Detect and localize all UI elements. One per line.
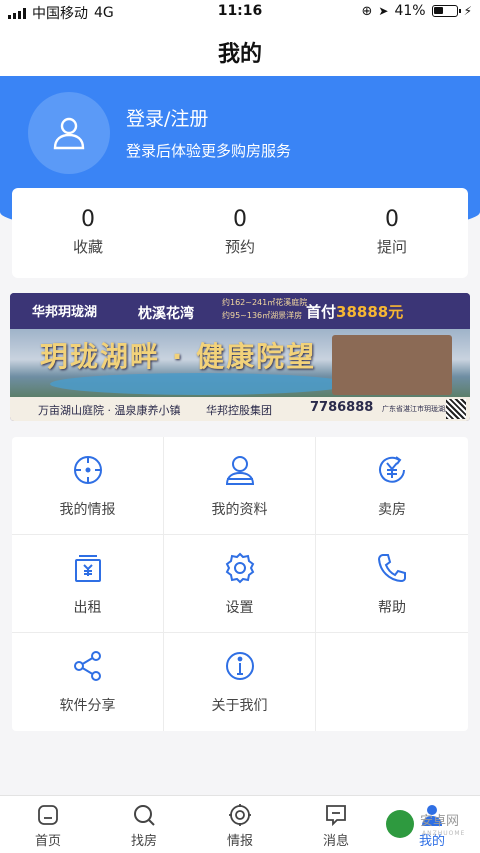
watermark-text: 安卓网 xyxy=(420,814,460,829)
info-icon xyxy=(225,652,254,680)
user-icon xyxy=(53,117,85,150)
nav-bar: 我的 xyxy=(0,24,480,76)
menu-item-help[interactable]: 帮助 xyxy=(316,535,468,633)
location-arrow-icon: ➤ xyxy=(378,4,389,18)
status-right: ⊕ ➤ 41% ⚡ xyxy=(361,3,472,19)
banner-scene-image: 玥珑湖畔 · 健康院望 xyxy=(10,329,470,397)
yuan-refresh-icon xyxy=(379,455,405,483)
menu-item-label: 我的情报 xyxy=(59,501,116,518)
banner-lake xyxy=(50,373,350,395)
banner-top-strip: 华邦玥珑湖 枕溪花湾 约162~241㎡花溪庭院 约95~136㎡湖景洋房 首付… xyxy=(10,293,470,329)
ad-banner[interactable]: 华邦玥珑湖 枕溪花湾 约162~241㎡花溪庭院 约95~136㎡湖景洋房 首付… xyxy=(10,293,470,421)
menu-item-label: 卖房 xyxy=(378,501,406,518)
page-title: 我的 xyxy=(217,42,262,67)
menu-item-my-profile[interactable]: 我的资料 xyxy=(164,437,316,535)
banner-project: 枕溪花湾 xyxy=(138,306,194,322)
share-icon xyxy=(73,651,101,681)
stat-appointments[interactable]: 0 预约 xyxy=(164,188,316,278)
qr-code-icon xyxy=(446,399,466,419)
watermark-sub: ANZHUOME xyxy=(422,830,466,837)
crosshair-icon xyxy=(73,455,102,484)
stat-value: 0 xyxy=(385,207,399,232)
menu-item-label: 软件分享 xyxy=(59,698,116,714)
banner-building xyxy=(332,335,452,395)
watermark-logo xyxy=(386,810,414,838)
search-icon xyxy=(134,805,155,826)
target-icon xyxy=(229,804,251,826)
stat-value: 0 xyxy=(233,207,247,232)
banner-area-line1: 约162~241㎡花溪庭院 xyxy=(222,298,308,307)
menu-empty-cell xyxy=(316,633,468,731)
stats-card: 0 收藏 0 预约 0 提问 xyxy=(12,188,468,278)
stat-favorites[interactable]: 0 收藏 xyxy=(12,188,164,278)
watermark: 安卓网 ANZHUOME xyxy=(384,808,474,848)
phone-icon xyxy=(377,553,406,582)
stat-label: 提问 xyxy=(376,238,407,256)
menu-item-rent-out[interactable]: 出租 xyxy=(12,535,164,633)
status-bar: 中国移动 4G 11:16 ⊕ ➤ 41% ⚡ xyxy=(0,0,480,24)
banner-tagline-left: 万亩湖山庭院 · 温泉康养小镇 xyxy=(38,404,181,417)
profile-icon xyxy=(225,455,254,485)
login-register-link[interactable]: 登录/注册 xyxy=(126,104,208,131)
tab-label: 情报 xyxy=(226,834,253,849)
home-icon xyxy=(38,805,58,825)
menu-item-label: 帮助 xyxy=(378,599,406,616)
menu-item-share-app[interactable]: 软件分享 xyxy=(12,633,164,731)
tab-messages[interactable]: 消息 xyxy=(288,796,384,853)
stat-label: 收藏 xyxy=(72,238,103,256)
stat-questions[interactable]: 0 提问 xyxy=(316,188,468,278)
tab-intel[interactable]: 情报 xyxy=(192,796,288,853)
menu-item-label: 出租 xyxy=(73,599,102,616)
tab-home[interactable]: 首页 xyxy=(0,796,96,853)
menu-item-about-us[interactable]: 关于我们 xyxy=(164,633,316,731)
down-payment-amount: 38888元 xyxy=(336,303,404,321)
menu-item-label: 我的资料 xyxy=(211,501,268,518)
banner-brand: 华邦玥珑湖 xyxy=(32,305,98,320)
banner-phone: 7786888 xyxy=(310,400,374,415)
tab-label: 消息 xyxy=(322,834,349,849)
lock-rotation-icon: ⊕ xyxy=(361,3,373,19)
down-payment-label: 首付 xyxy=(306,303,337,321)
avatar[interactable] xyxy=(28,92,110,174)
tab-label: 首页 xyxy=(34,834,61,849)
banner-headline: 玥珑湖畔 · 健康院望 xyxy=(40,340,317,373)
rent-box-icon xyxy=(74,554,101,582)
charging-icon: ⚡ xyxy=(463,4,472,18)
menu-item-label: 设置 xyxy=(225,599,254,616)
menu-item-settings[interactable]: 设置 xyxy=(164,535,316,633)
menu-grid: 我的情报 我的资料 卖房 出租 设置 帮助 软件分享 关于我们 xyxy=(12,437,468,731)
tab-find-house[interactable]: 找房 xyxy=(96,796,192,853)
banner-down-payment: 首付38888元 xyxy=(306,301,403,322)
stat-value: 0 xyxy=(81,207,95,232)
login-subtitle: 登录后体验更多购房服务 xyxy=(126,142,292,160)
tab-label: 找房 xyxy=(130,834,157,849)
banner-tagline-mid: 华邦控股集团 xyxy=(206,404,272,417)
stat-label: 预约 xyxy=(224,238,255,256)
banner-area-line2: 约95~136㎡湖景洋房 xyxy=(222,311,303,320)
message-icon xyxy=(326,805,346,827)
battery-icon xyxy=(431,5,461,17)
banner-bottom-strip: 万亩湖山庭院 · 温泉康养小镇 华邦控股集团 7786888 广东省湛江市玥珑湖… xyxy=(10,397,470,421)
menu-item-my-intel[interactable]: 我的情报 xyxy=(12,437,164,535)
battery-percent: 41% xyxy=(394,3,426,19)
menu-item-label: 关于我们 xyxy=(211,698,268,714)
gear-icon xyxy=(225,552,254,583)
menu-item-sell-house[interactable]: 卖房 xyxy=(316,437,468,535)
